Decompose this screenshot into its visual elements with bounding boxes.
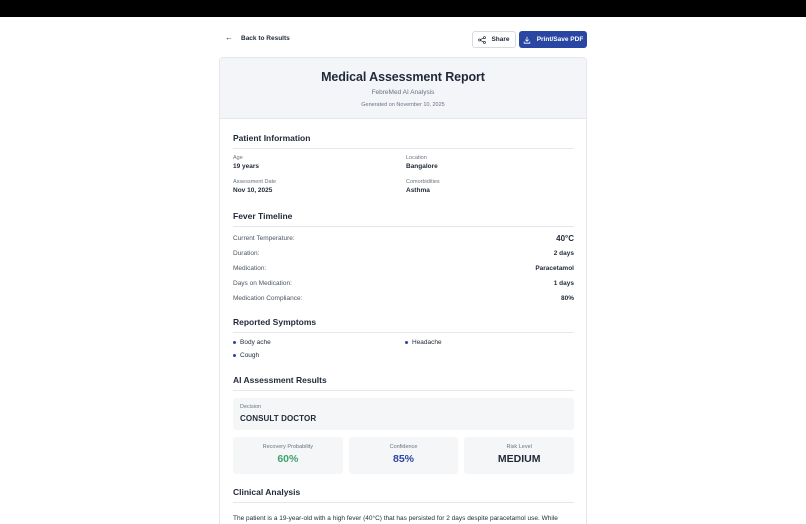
decision-box: Decision CONSULT DOCTOR (233, 398, 574, 430)
clinical-analysis-text: The patient is a 19-year-old with a high… (233, 515, 558, 522)
timeline-label: Medication Compliance: (233, 295, 303, 302)
back-to-results-link[interactable]: ← Back to Results (225, 34, 290, 42)
timeline-value: 2 days (553, 250, 574, 257)
report-subtitle: FebreMed AI Analysis (371, 89, 435, 96)
symptom-item: Headache (405, 339, 442, 346)
clinical-analysis-title: Clinical Analysis (233, 487, 574, 503)
share-icon (478, 35, 487, 44)
metric-label: Confidence (389, 444, 418, 450)
ai-assessment-section: AI Assessment Results Decision CONSULT D… (233, 375, 575, 474)
comorbidities-label: Comorbidities (406, 179, 440, 185)
metric-label: Recovery Probability (262, 444, 314, 450)
timeline-row-duration: Duration: 2 days (233, 246, 574, 261)
arrow-left-icon: ← (225, 33, 233, 42)
bullet-dot-icon (405, 341, 408, 344)
reported-symptoms-section: Reported Symptoms Body ache Headache Cou… (233, 317, 574, 369)
bullet-dot-icon (233, 341, 236, 344)
decision-value: CONSULT DOCTOR (240, 414, 317, 423)
share-label: Share (491, 36, 510, 43)
symptom-label: Body ache (240, 339, 271, 346)
report-title: Medical Assessment Report (321, 70, 485, 84)
patient-information-section: Patient Information Age 19 years Locatio… (233, 133, 574, 205)
report-generated-date: Generated on November 10, 2025 (361, 102, 445, 108)
fever-timeline-list: Current Temperature: 40°C Duration: 2 da… (233, 231, 574, 306)
clinical-analysis-section: Clinical Analysis The patient is a 19-ye… (233, 487, 574, 524)
timeline-value: Paracetamol (535, 265, 574, 272)
timeline-label: Duration: (233, 250, 260, 257)
timeline-row-compliance: Medication Compliance: 80% (233, 291, 574, 306)
bullet-dot-icon (233, 354, 236, 357)
patient-comorbidities: Comorbidities Asthma (406, 179, 566, 194)
location-value: Bangalore (406, 163, 438, 170)
symptom-item: Body ache (233, 339, 271, 346)
timeline-row-medication: Medication: Paracetamol (233, 261, 574, 276)
assessment-date: Assessment Date Nov 10, 2025 (233, 179, 393, 194)
symptom-label: Headache (412, 339, 442, 346)
assessment-metrics: Recovery Probability 60% Confidence 85% … (233, 437, 575, 474)
timeline-label: Days on Medication: (233, 280, 292, 287)
timeline-value: 1 days (553, 280, 574, 287)
fever-timeline-title: Fever Timeline (233, 211, 574, 227)
timeline-value: 40°C (556, 234, 574, 243)
patient-age: Age 19 years (233, 155, 393, 170)
patient-information-title: Patient Information (233, 133, 574, 149)
decision-label: Decision (240, 404, 262, 410)
fever-timeline-section: Fever Timeline Current Temperature: 40°C… (233, 211, 574, 306)
print-save-pdf-button[interactable]: Print/Save PDF (519, 31, 587, 48)
timeline-row-days-on-medication: Days on Medication: 1 days (233, 276, 574, 291)
comorbidities-value: Asthma (406, 187, 430, 194)
top-black-bar (0, 0, 806, 17)
location-label: Location (406, 155, 427, 161)
symptom-list: Body ache Headache Cough (233, 339, 574, 369)
print-save-pdf-label: Print/Save PDF (536, 36, 584, 43)
symptom-item: Cough (233, 352, 259, 359)
reported-symptoms-title: Reported Symptoms (233, 317, 574, 333)
metric-label: Risk Level (506, 444, 532, 450)
download-icon (523, 36, 531, 44)
symptom-label: Cough (240, 352, 260, 359)
metric-value: 85% (393, 453, 415, 465)
timeline-label: Medication: (233, 265, 267, 272)
age-label: Age (233, 155, 243, 161)
timeline-row-temperature: Current Temperature: 40°C (233, 231, 574, 246)
risk-level-card: Risk Level MEDIUM (464, 437, 575, 474)
assessment-date-value: Nov 10, 2025 (233, 187, 273, 194)
metric-value: 60% (277, 453, 299, 465)
report-header: Medical Assessment Report FebreMed AI An… (220, 58, 586, 119)
assessment-date-label: Assessment Date (233, 179, 277, 185)
timeline-label: Current Temperature: (233, 235, 295, 242)
report-card: Medical Assessment Report FebreMed AI An… (219, 57, 587, 524)
metric-value: MEDIUM (497, 453, 541, 465)
age-value: 19 years (233, 163, 260, 170)
share-button[interactable]: Share (472, 31, 516, 48)
ai-assessment-title: AI Assessment Results (233, 375, 574, 391)
recovery-probability-card: Recovery Probability 60% (233, 437, 343, 474)
timeline-value: 80% (560, 295, 574, 302)
back-to-results-label: Back to Results (241, 34, 290, 42)
patient-location: Location Bangalore (406, 155, 566, 170)
confidence-card: Confidence 85% (348, 437, 459, 474)
patient-info-grid: Age 19 years Location Bangalore Assessme… (233, 155, 574, 205)
report-toolbar: ← Back to Results Share Print/Save PDF (219, 30, 587, 49)
